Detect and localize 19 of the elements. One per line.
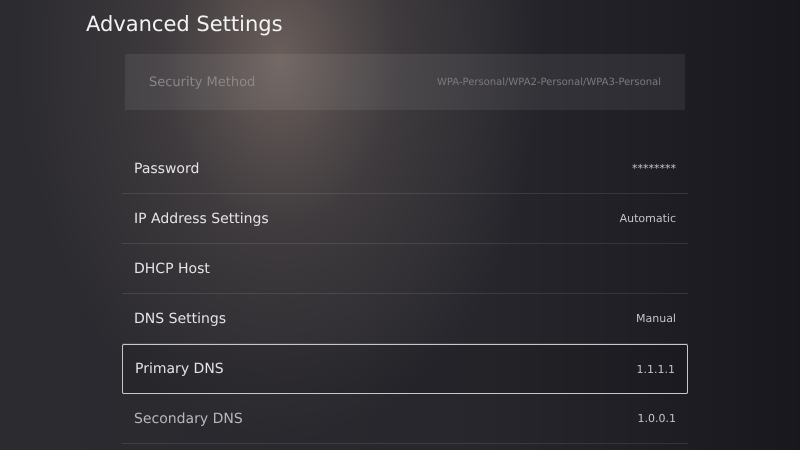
- setting-value: 1.0.0.1: [638, 412, 676, 425]
- setting-row[interactable]: Primary DNS 1.1.1.1: [122, 344, 688, 394]
- setting-value: WPA-Personal/WPA2-Personal/WPA3-Personal: [437, 76, 661, 88]
- setting-label: Password: [134, 160, 200, 176]
- page-title: Advanced Settings: [86, 11, 284, 38]
- setting-row[interactable]: DHCP Host: [122, 244, 688, 294]
- setting-row[interactable]: Password ********: [122, 144, 688, 194]
- setting-label: DNS Settings: [134, 310, 226, 326]
- setting-label: Primary DNS: [135, 361, 224, 377]
- setting-label: DHCP Host: [134, 260, 210, 276]
- setting-value: ********: [632, 162, 676, 175]
- setting-value: Automatic: [620, 212, 676, 225]
- setting-label: IP Address Settings: [134, 210, 269, 226]
- setting-value: Manual: [636, 312, 676, 325]
- setting-value: 1.1.1.1: [636, 362, 675, 376]
- setting-row[interactable]: DNS Settings Manual: [122, 294, 688, 344]
- setting-label: Secondary DNS: [134, 410, 243, 426]
- setting-row[interactable]: Secondary DNS 1.0.0.1: [122, 394, 688, 444]
- setting-row[interactable]: IP Address Settings Automatic: [122, 194, 688, 244]
